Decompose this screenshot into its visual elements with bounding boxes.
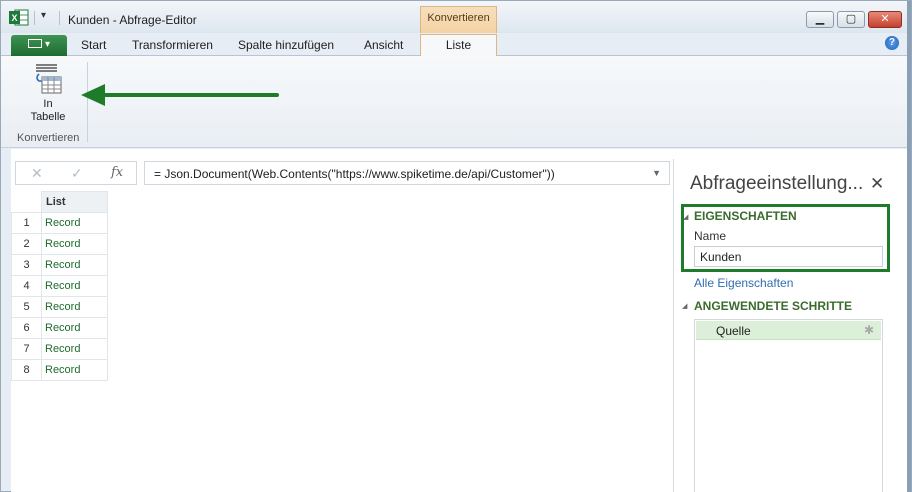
in-tabelle-label-line1: In bbox=[43, 98, 53, 110]
record-cell[interactable]: Record bbox=[41, 359, 108, 381]
window-edge bbox=[907, 1, 911, 492]
maximize-button[interactable]: ▢ bbox=[837, 11, 865, 28]
window-title: Kunden - Abfrage-Editor bbox=[68, 13, 197, 27]
minimize-icon: ▁ bbox=[815, 13, 825, 25]
svg-text:X: X bbox=[11, 13, 17, 23]
row-number: 5 bbox=[11, 296, 42, 318]
formula-input[interactable]: = Json.Document(Web.Contents("https://ww… bbox=[144, 161, 670, 185]
help-icon[interactable]: ? bbox=[885, 36, 899, 50]
table-row: 2 Record bbox=[11, 233, 108, 255]
title-bar: X ▾ Kunden - Abfrage-Editor Konvertieren… bbox=[1, 1, 911, 33]
record-cell[interactable]: Record bbox=[41, 212, 108, 234]
in-tabelle-label-line2: Tabelle bbox=[30, 111, 66, 123]
all-properties-link[interactable]: Alle Eigenschaften bbox=[694, 276, 793, 290]
cancel-formula-icon[interactable]: ✕ bbox=[31, 165, 43, 182]
formula-text: = Json.Document(Web.Contents("https://ww… bbox=[154, 167, 555, 181]
file-menu-icon bbox=[27, 39, 42, 48]
collapse-steps-icon[interactable]: ◢ bbox=[682, 302, 687, 310]
table-row: 8 Record bbox=[11, 359, 108, 381]
properties-highlight-box bbox=[681, 204, 890, 272]
close-window-button[interactable]: ✕ bbox=[868, 11, 902, 28]
table-convert-icon bbox=[36, 64, 62, 94]
gear-icon[interactable]: ✱ bbox=[864, 323, 874, 337]
step-label: Quelle bbox=[716, 324, 751, 338]
row-number: 4 bbox=[11, 275, 42, 297]
grid-corner bbox=[11, 191, 42, 213]
ribbon-group-label: Konvertieren bbox=[17, 132, 80, 144]
record-cell[interactable]: Record bbox=[41, 233, 108, 255]
confirm-formula-icon[interactable]: ✓ bbox=[71, 165, 83, 182]
formula-buttons: ✕ ✓ fx bbox=[15, 161, 137, 185]
tab-spalte-hinzufuegen[interactable]: Spalte hinzufügen bbox=[238, 38, 334, 52]
pane-title: Abfrageeinstellung... bbox=[690, 173, 864, 194]
file-tab[interactable]: ▾ bbox=[11, 35, 67, 56]
title-separator bbox=[34, 11, 35, 25]
annotation-arrow bbox=[81, 84, 279, 106]
row-number: 7 bbox=[11, 338, 42, 360]
row-number: 3 bbox=[11, 254, 42, 276]
context-group-label: Konvertieren bbox=[420, 6, 497, 33]
record-cell[interactable]: Record bbox=[41, 254, 108, 276]
applied-steps-heading: ANGEWENDETE SCHRITTE bbox=[694, 299, 853, 313]
step-quelle[interactable]: Quelle ✱ bbox=[696, 321, 881, 340]
close-pane-icon[interactable]: ✕ bbox=[870, 174, 884, 194]
dropdown-icon[interactable]: ▼ bbox=[652, 168, 661, 178]
record-cell[interactable]: Record bbox=[41, 317, 108, 339]
maximize-icon: ▢ bbox=[845, 13, 857, 25]
table-row: 5 Record bbox=[11, 296, 108, 318]
table-row: 4 Record bbox=[11, 275, 108, 297]
row-number: 1 bbox=[11, 212, 42, 234]
quick-access-dropdown-icon[interactable]: ▾ bbox=[41, 10, 46, 21]
row-number: 8 bbox=[11, 359, 42, 381]
row-number: 6 bbox=[11, 317, 42, 339]
record-cell[interactable]: Record bbox=[41, 275, 108, 297]
ribbon-tab-row: ▾ Start Transformieren Spalte hinzufügen… bbox=[1, 33, 911, 57]
table-row: 3 Record bbox=[11, 254, 108, 276]
record-cell[interactable]: Record bbox=[41, 296, 108, 318]
tab-liste[interactable]: Liste bbox=[420, 34, 497, 57]
in-tabelle-button[interactable]: In Tabelle bbox=[23, 63, 73, 124]
tab-ansicht[interactable]: Ansicht bbox=[364, 38, 403, 52]
minimize-button[interactable]: ▁ bbox=[806, 11, 834, 28]
excel-icon[interactable]: X bbox=[9, 9, 29, 26]
row-number: 2 bbox=[11, 233, 42, 255]
tab-start[interactable]: Start bbox=[81, 38, 106, 52]
table-row: 6 Record bbox=[11, 317, 108, 339]
applied-steps-list: Quelle ✱ bbox=[694, 319, 883, 492]
column-header-list[interactable]: List bbox=[41, 191, 108, 213]
fx-icon[interactable]: fx bbox=[111, 165, 123, 180]
data-grid: List 1 Record 2 Record 3 Record 4 Record 5 Re… bbox=[11, 191, 108, 381]
title-separator bbox=[59, 11, 60, 25]
close-icon: ✕ bbox=[880, 13, 890, 25]
table-row: 1 Record bbox=[11, 212, 108, 234]
query-editor-window: X ▾ Kunden - Abfrage-Editor Konvertieren… bbox=[0, 0, 912, 492]
tab-transformieren[interactable]: Transformieren bbox=[132, 38, 213, 52]
table-row: 7 Record bbox=[11, 338, 108, 360]
record-cell[interactable]: Record bbox=[41, 338, 108, 360]
